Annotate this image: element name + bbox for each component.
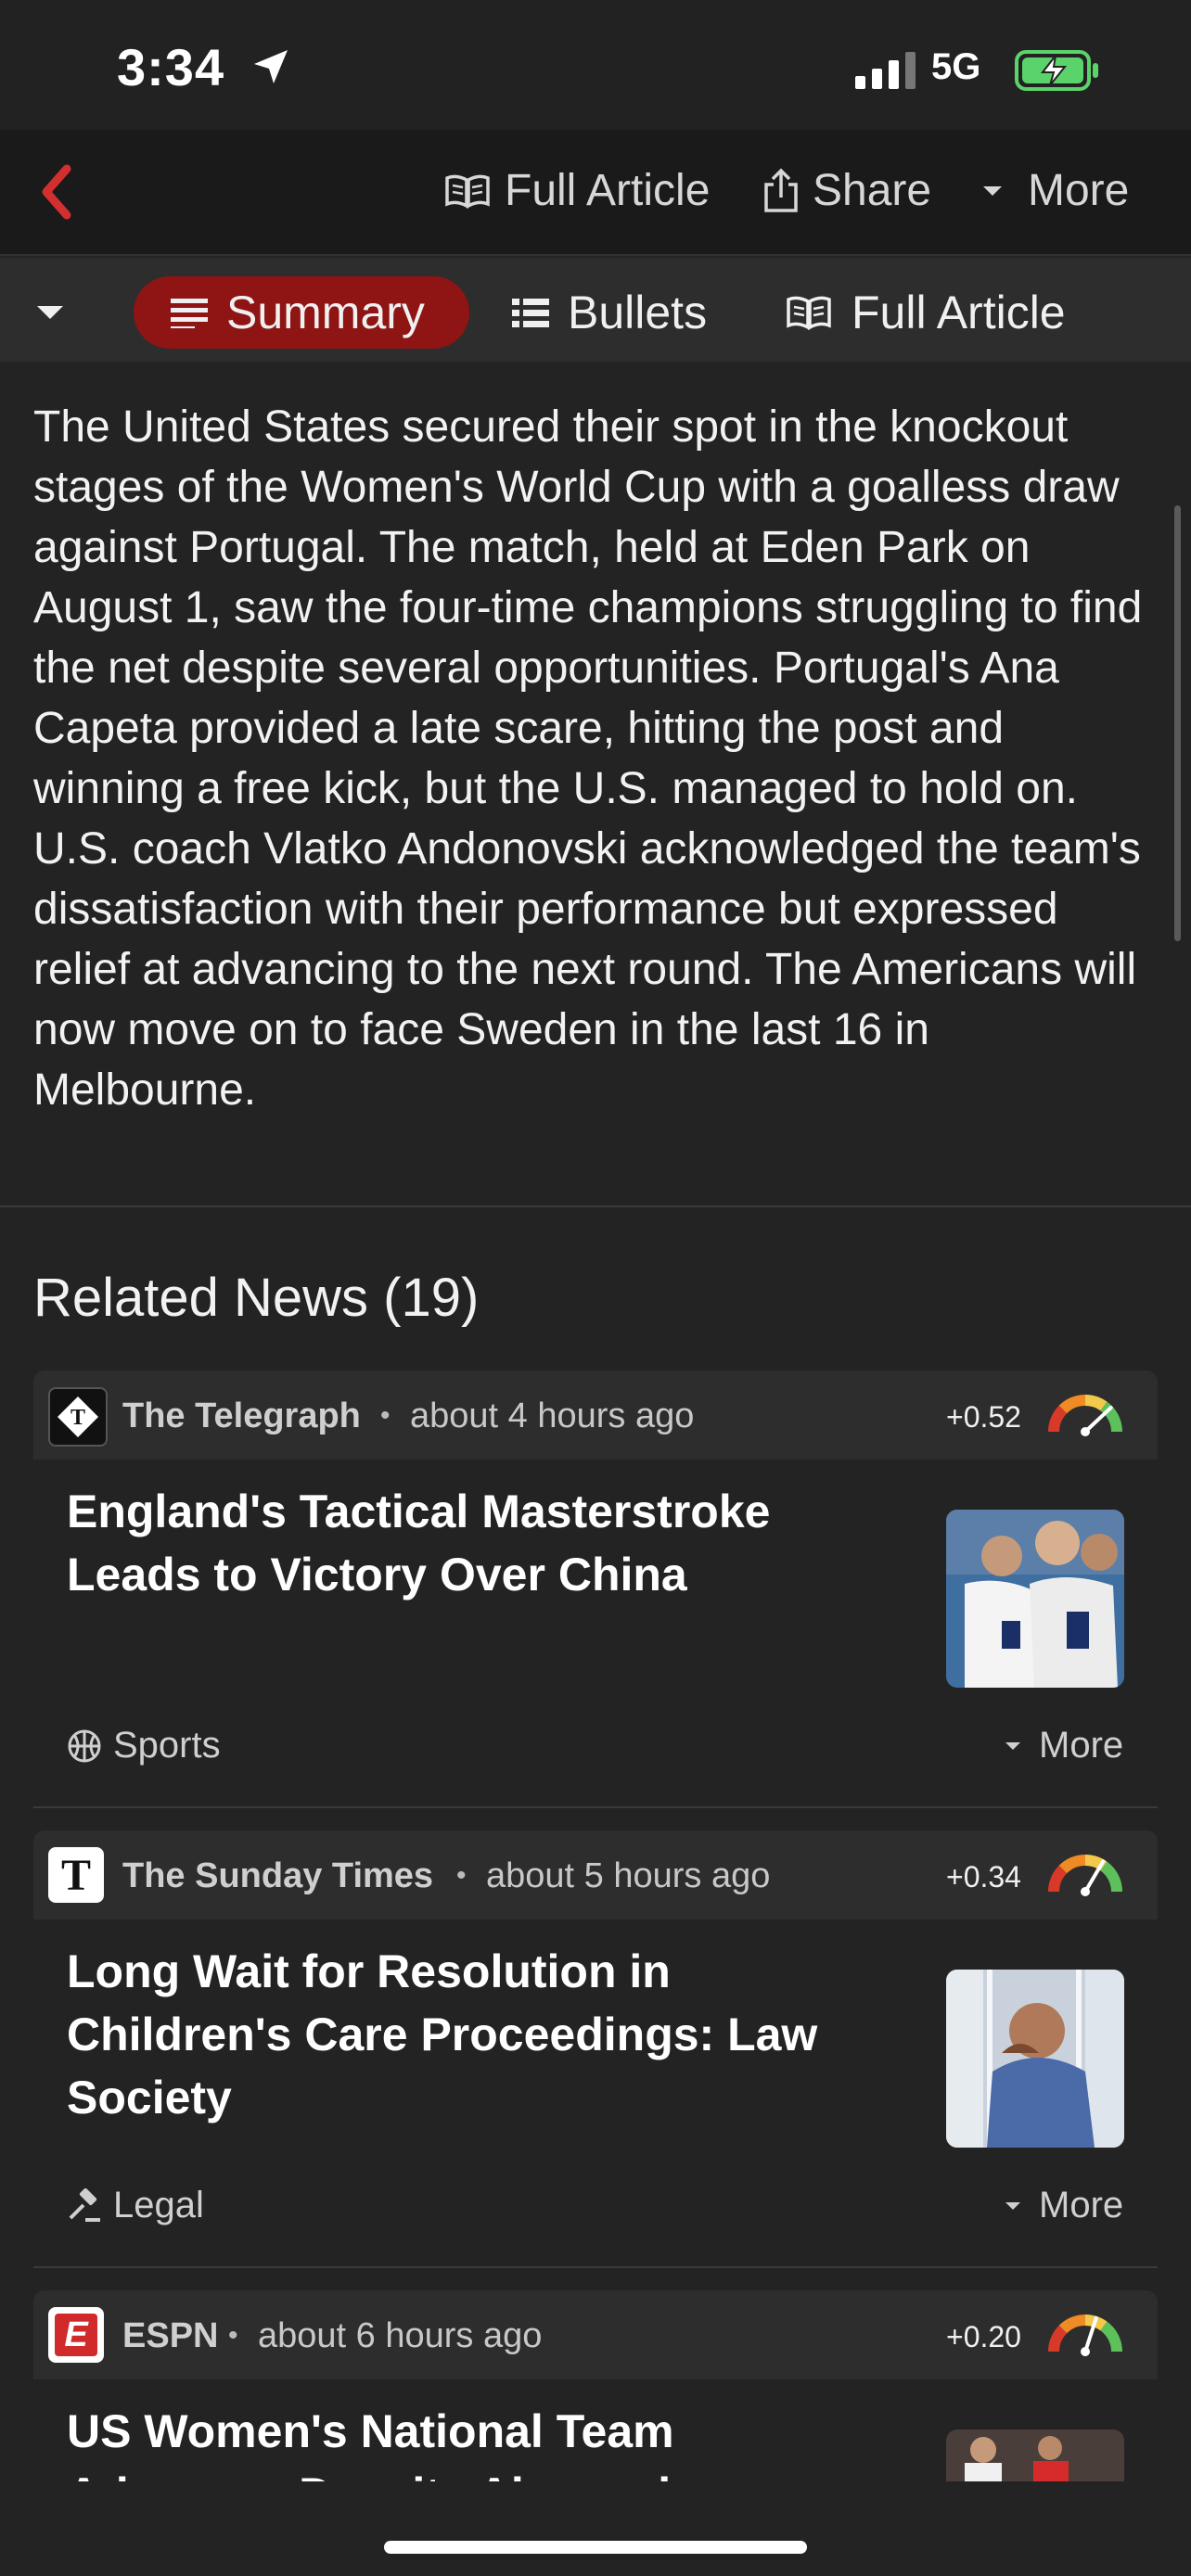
sentiment-gauge-icon [1048, 2315, 1122, 2356]
location-arrow-icon [254, 50, 288, 83]
caret-down-icon [983, 185, 1002, 196]
nav-share-button[interactable]: Share [762, 165, 931, 216]
home-indicator[interactable] [384, 2541, 807, 2554]
tab-summary-label: Summary [226, 287, 425, 338]
related-news-title: Related News (19) [33, 1268, 480, 1328]
related-headline[interactable]: Long Wait for Resolution in Children's C… [67, 1940, 864, 2129]
battery-charging-icon [1015, 50, 1098, 91]
gauge-needle [1083, 1405, 1113, 1434]
back-chevron-icon[interactable] [33, 159, 80, 224]
scrollbar[interactable] [1174, 505, 1181, 941]
article-thumbnail[interactable] [946, 1970, 1124, 2148]
time-ago: about 5 hours ago [486, 1856, 771, 1895]
share-icon [764, 168, 798, 212]
card-divider [33, 1806, 1158, 1808]
category-tag[interactable]: Sports [67, 1725, 221, 1766]
separator-dot: • [456, 1860, 467, 1891]
nav-more-button[interactable]: More [981, 165, 1129, 216]
caret-down-icon [1005, 1741, 1020, 1750]
category-label: Sports [113, 1725, 221, 1766]
sentiment-score: +0.20 [946, 2320, 1021, 2353]
related-headline[interactable]: US Women's National Team Advances Despit… [67, 2400, 864, 2481]
signal-icon [855, 52, 916, 89]
category-tag[interactable]: Legal [67, 2185, 204, 2226]
nav-full-article-button[interactable]: Full Article [443, 165, 710, 216]
espn-logo-icon: E [48, 2307, 104, 2363]
collapse-caret-icon[interactable] [35, 304, 65, 321]
tab-full-article-label: Full Article [852, 287, 1066, 338]
source-name[interactable]: The Sunday Times [122, 1856, 433, 1896]
source-name[interactable]: The Telegraph [122, 1396, 361, 1436]
sentiment-gauge-icon [1048, 1855, 1122, 1896]
card-clip: US Women's National Team Advances Despit… [0, 2383, 1191, 2481]
tab-bullets-label: Bullets [568, 287, 708, 338]
network-label: 5G [931, 46, 981, 87]
book-icon [445, 174, 490, 209]
card-more-button[interactable]: More [1004, 1725, 1123, 1766]
section-divider [0, 1205, 1191, 1207]
time-ago: about 6 hours ago [258, 2316, 543, 2355]
tab-bullets[interactable]: Bullets [475, 276, 744, 349]
sunday-times-logo-icon: T [48, 1847, 104, 1903]
article-thumbnail[interactable] [946, 2429, 1124, 2481]
gavel-icon [69, 2187, 100, 2222]
related-headline[interactable]: England's Tactical Masterstroke Leads to… [67, 1480, 864, 1606]
gauge-hub [1081, 1887, 1090, 1896]
card-more-label: More [1039, 2185, 1124, 2225]
book-icon [787, 296, 831, 330]
gauge-hub [1081, 1427, 1090, 1436]
telegraph-logo-icon: T [48, 1387, 108, 1447]
status-time: 3:34 [117, 38, 225, 96]
nav-share-label: Share [813, 166, 932, 215]
tab-full-article[interactable]: Full Article [748, 276, 1103, 349]
article-thumbnail[interactable] [946, 1510, 1124, 1688]
time-ago: about 4 hours ago [410, 1396, 695, 1435]
sentiment-gauge-icon [1048, 1395, 1122, 1436]
nav-more-label: More [1028, 166, 1130, 215]
separator-dot: • [228, 2320, 238, 2351]
card-divider [33, 2266, 1158, 2268]
category-label: Legal [113, 2185, 204, 2225]
caret-down-icon [1005, 2201, 1020, 2210]
lines-icon [171, 299, 208, 328]
list-icon [512, 299, 549, 327]
article-summary: The United States secured their spot in … [33, 402, 1143, 1115]
basketball-icon [68, 1729, 101, 1762]
sentiment-score: +0.52 [946, 1400, 1021, 1434]
nav-full-article-label: Full Article [505, 166, 711, 215]
card-more-label: More [1039, 1725, 1124, 1766]
source-name[interactable]: ESPN [122, 2316, 218, 2356]
tab-summary[interactable]: Summary [134, 276, 469, 349]
gauge-hub [1081, 2347, 1090, 2356]
svg-text:T: T [70, 1406, 85, 1430]
card-more-button[interactable]: More [1004, 2185, 1123, 2226]
sentiment-score: +0.34 [946, 1860, 1021, 1894]
separator-dot: • [380, 1400, 391, 1431]
